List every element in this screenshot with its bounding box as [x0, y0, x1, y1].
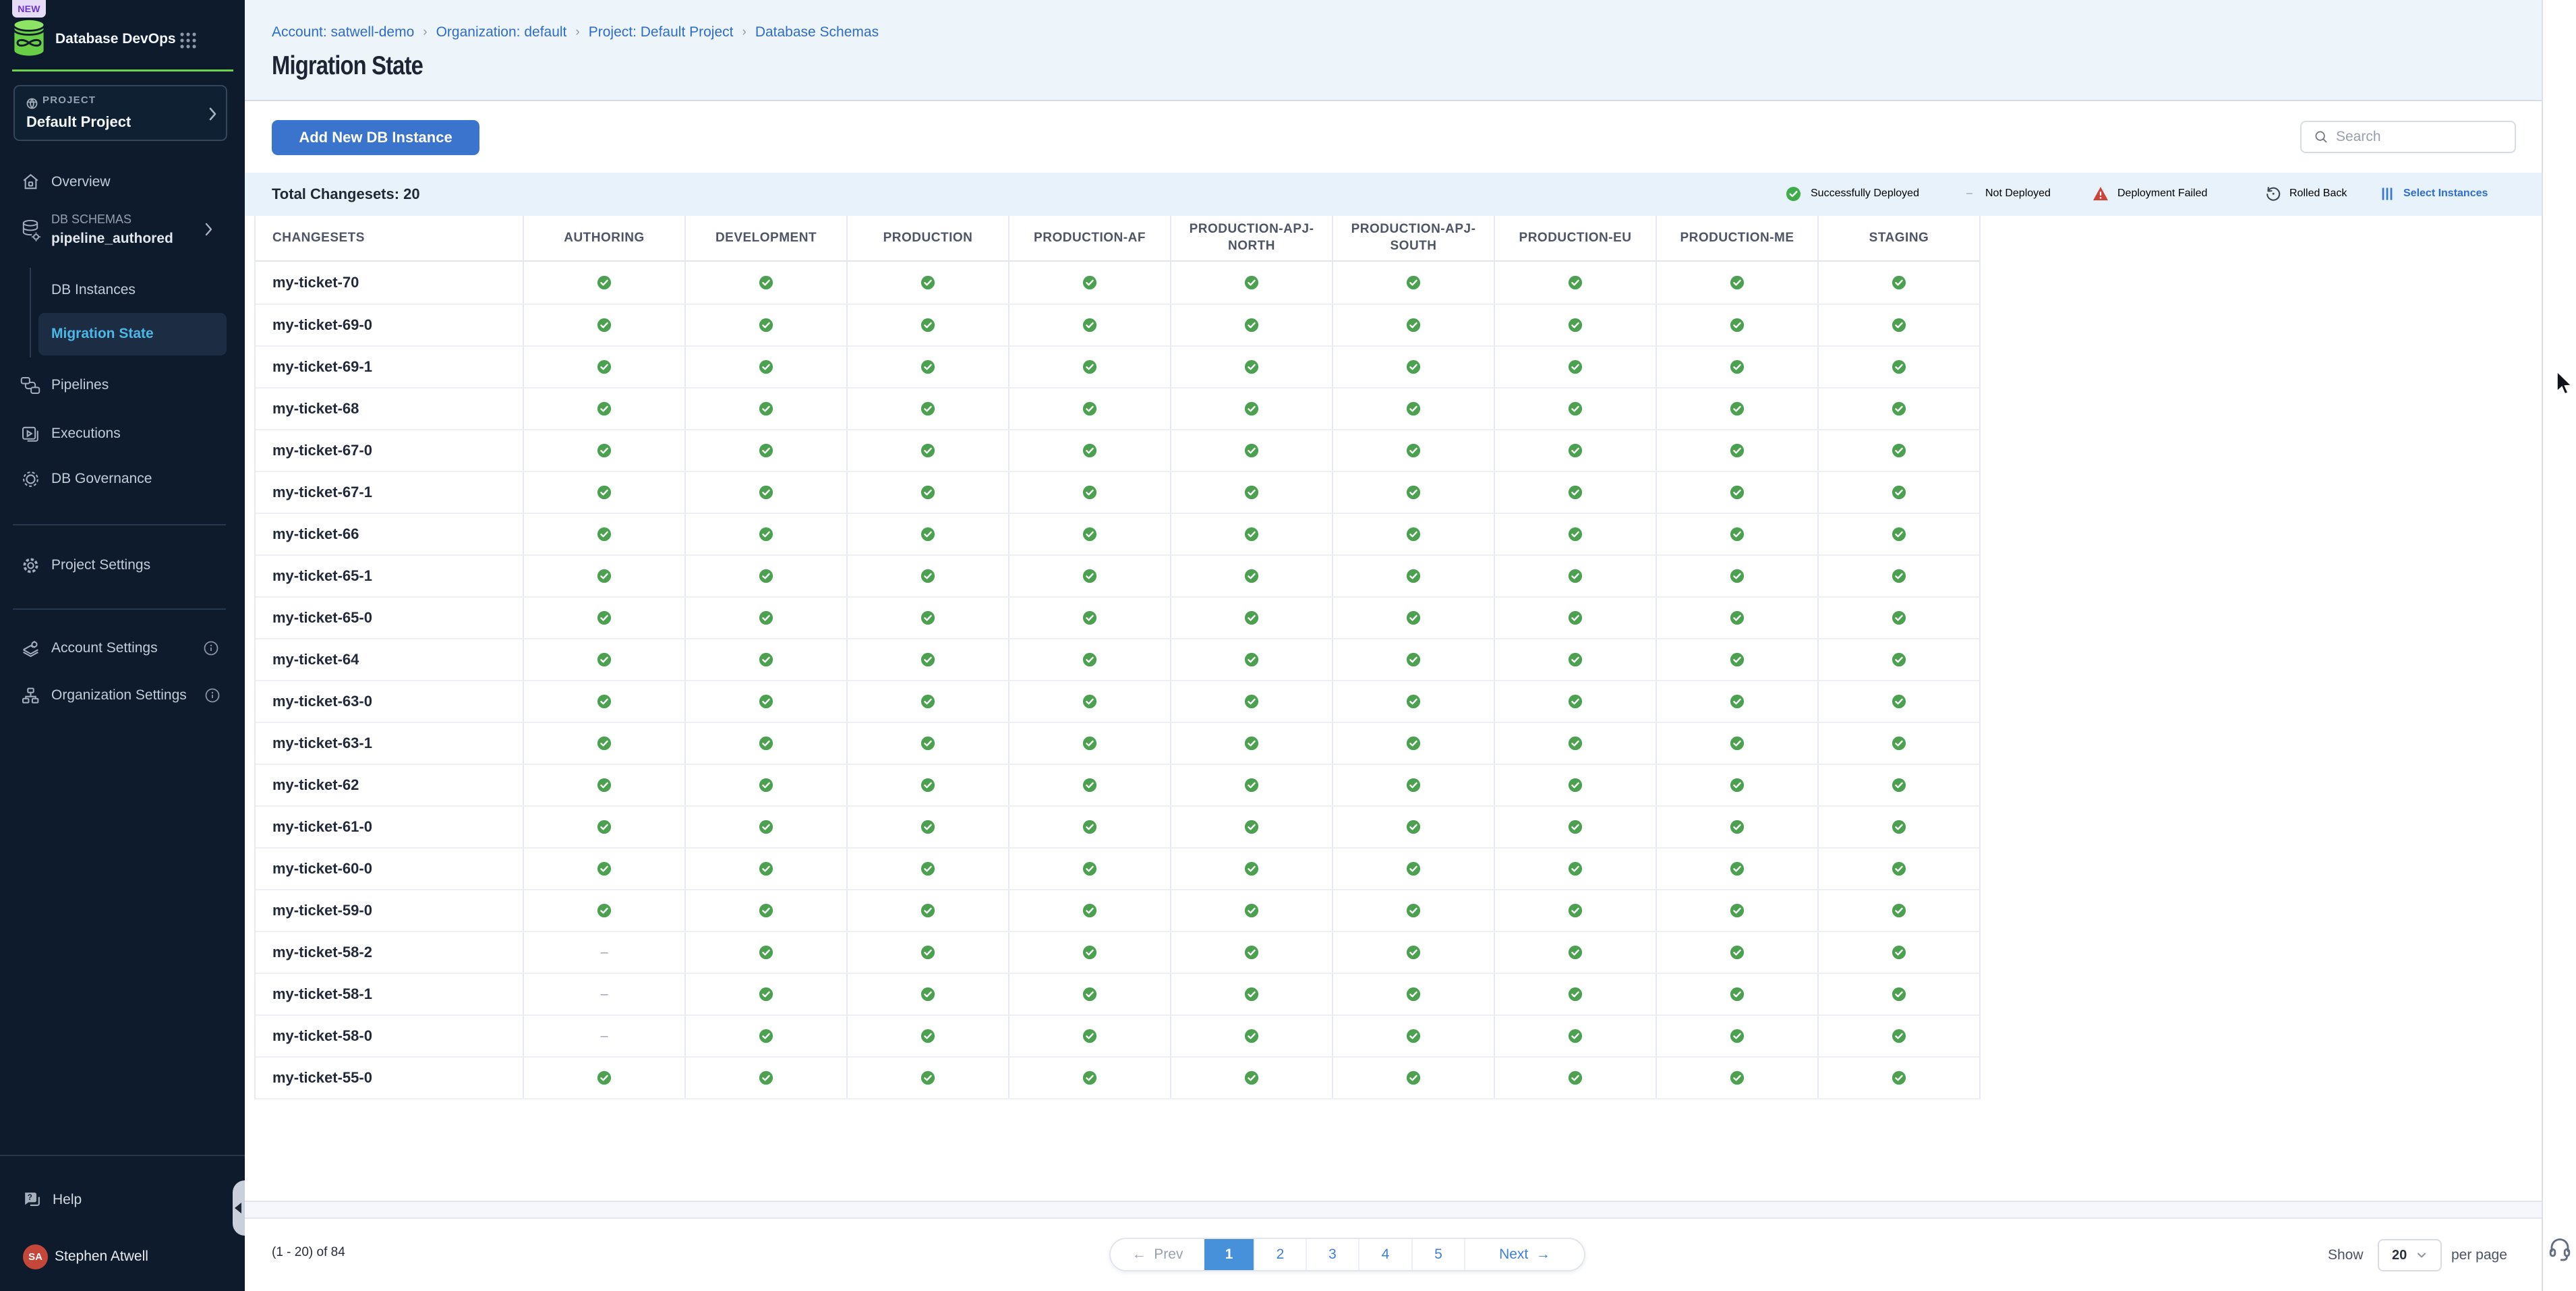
svg-text:?: ? [28, 1193, 32, 1202]
